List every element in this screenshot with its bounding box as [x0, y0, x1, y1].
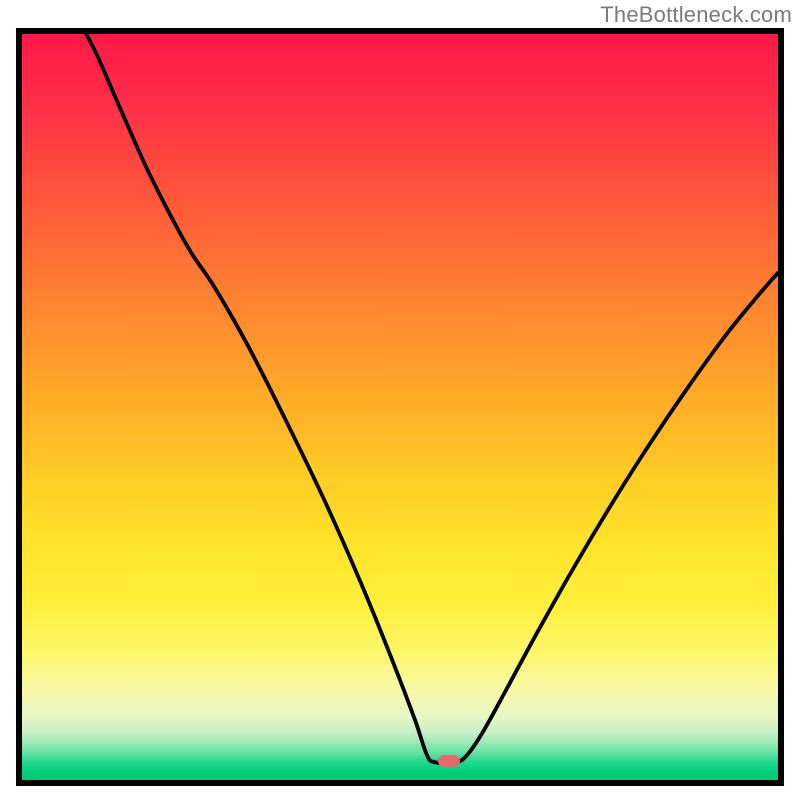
chart-container: TheBottleneck.com — [0, 0, 800, 800]
watermark-text: TheBottleneck.com — [600, 2, 792, 28]
curve-path — [86, 34, 778, 763]
plot-area — [16, 28, 784, 786]
optimal-marker — [438, 755, 460, 767]
bottleneck-curve — [22, 34, 778, 780]
